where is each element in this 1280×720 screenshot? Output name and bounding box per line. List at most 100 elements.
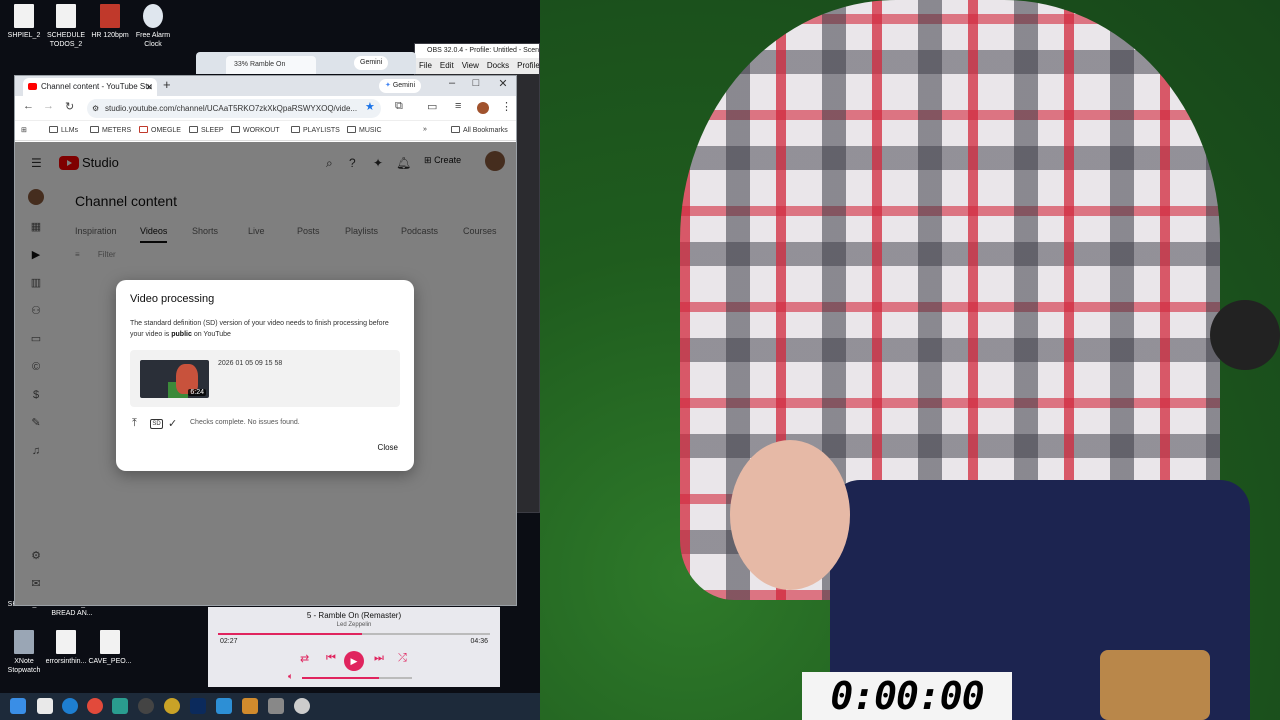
clock-taskbar-icon[interactable] xyxy=(294,698,310,714)
tab-channel-content[interactable]: Channel content - YouTube Stu ✕ xyxy=(23,78,157,96)
folder-icon xyxy=(231,126,240,133)
bookmark-workout[interactable]: WORKOUT xyxy=(231,126,280,134)
next-track-icon[interactable]: ⏭︎ xyxy=(374,652,384,665)
settings-taskbar-icon[interactable] xyxy=(268,698,284,714)
processing-status: ⤒ SD ✓ Checks complete. No issues found. xyxy=(130,417,400,431)
bookmark-music[interactable]: MUSIC xyxy=(347,126,382,134)
desktop-icon-xnote-stopwatch[interactable]: XNote Stopwatch xyxy=(0,630,48,675)
taskbar xyxy=(0,693,540,720)
bookmark-sleep[interactable]: SLEEP xyxy=(189,126,224,134)
site-info-icon[interactable]: ⚙ xyxy=(92,99,99,118)
track-title: 5 - Ramble On (Remaster) xyxy=(306,611,402,620)
folder-icon xyxy=(49,126,58,133)
volume-icon[interactable]: 🔈︎ xyxy=(288,671,293,682)
track-artist: Led Zeppelin xyxy=(336,622,372,628)
bookmark-meters[interactable]: METERS xyxy=(90,126,131,134)
tab-strip: Channel content - YouTube Stu ✕ + ✦ Gemi… xyxy=(15,76,516,96)
video-processing-dialog: Video processing The standard definition… xyxy=(116,280,414,471)
app-icon[interactable] xyxy=(216,698,232,714)
desktop-icon-hr-120bpm[interactable]: HR 120bpm xyxy=(86,4,134,40)
app-icon[interactable] xyxy=(164,698,180,714)
back-icon[interactable]: ← xyxy=(23,100,34,112)
new-tab-icon[interactable]: + xyxy=(163,77,171,92)
folder-icon xyxy=(189,126,198,133)
chrome-icon[interactable] xyxy=(87,698,103,714)
stream-timer: 0:00:00 xyxy=(802,672,1012,720)
desktop-icon-shpiel-2[interactable]: SHPIEL_2 xyxy=(0,4,48,40)
omegle-icon xyxy=(139,126,148,133)
extensions-icon[interactable]: ⧉ xyxy=(395,100,403,113)
youtube-favicon-icon xyxy=(28,83,37,90)
desktop-icon-cave-peo[interactable]: CAVE_PEO... xyxy=(86,630,134,666)
volume-fill xyxy=(302,677,379,679)
close-tab-icon[interactable]: ✕ xyxy=(145,78,153,96)
desktop-icon-schedule-todos[interactable]: SCHEDULE TODOS_2 xyxy=(42,4,90,49)
elapsed-time: 02:27 xyxy=(220,638,238,645)
reload-icon[interactable]: ↻ xyxy=(65,100,74,113)
background-tab[interactable]: 33% Ramble On xyxy=(226,56,316,74)
checks-status-text: Checks complete. No issues found. xyxy=(190,419,300,426)
close-window-icon[interactable]: ✕ xyxy=(494,77,512,90)
obs-icon[interactable] xyxy=(138,698,154,714)
webcam-feed: 0:00:00 xyxy=(540,0,1280,720)
seek-bar[interactable] xyxy=(218,633,490,635)
desktop-icon-errors[interactable]: errorsinthin... xyxy=(42,630,90,666)
desktop-icon-free-alarm-clock[interactable]: Free Alarm Clock xyxy=(129,4,177,49)
gemini-icon: ✦ xyxy=(385,82,391,89)
folder-icon xyxy=(347,126,356,133)
browser-menu-icon[interactable]: ⋮ xyxy=(501,100,512,113)
obs-menu-edit[interactable]: Edit xyxy=(440,58,454,74)
bookmark-playlists[interactable]: PLAYLISTS xyxy=(291,126,340,134)
address-bar[interactable]: ⚙ studio.youtube.com/channel/UCAaT5RKO7z… xyxy=(87,99,381,118)
previous-track-icon[interactable]: ⏮︎ xyxy=(326,652,336,665)
video-duration: 6:24 xyxy=(188,389,206,396)
track-duration: 04:36 xyxy=(470,638,488,645)
volume-slider[interactable] xyxy=(302,677,412,679)
obs-menu-file[interactable]: File xyxy=(419,58,432,74)
obs-menu-view[interactable]: View xyxy=(462,58,479,74)
play-button[interactable]: ▶ xyxy=(344,651,364,671)
apps-icon[interactable]: ⊞ xyxy=(21,126,27,134)
search-taskbar-icon[interactable] xyxy=(37,698,53,714)
obs-menu-docks[interactable]: Docks xyxy=(487,58,509,74)
more-bookmarks-icon[interactable]: » xyxy=(423,126,427,133)
close-button[interactable]: Close xyxy=(378,443,398,452)
clock-icon xyxy=(143,4,163,28)
start-icon[interactable] xyxy=(10,698,26,714)
check-circle-icon: ✓ xyxy=(168,418,178,430)
stopwatch-icon xyxy=(14,630,34,654)
dialog-message: The standard definition (SD) version of … xyxy=(130,320,389,338)
file-icon xyxy=(56,4,76,28)
app-icon[interactable] xyxy=(112,698,128,714)
bookmark-omegle[interactable]: OMEGLE xyxy=(139,126,181,134)
minimize-icon[interactable]: – xyxy=(443,77,461,89)
microphone xyxy=(1210,300,1280,370)
video-card: 6:24 2026 01 05 09 15 58 xyxy=(130,350,400,407)
audio-file-icon xyxy=(100,4,120,28)
obs-menu-profile[interactable]: Profile xyxy=(517,58,539,74)
file-icon xyxy=(100,630,120,654)
background-gemini-button[interactable]: Gemini xyxy=(354,56,389,70)
file-explorer-icon[interactable] xyxy=(242,698,258,714)
forward-icon[interactable]: → xyxy=(43,100,54,112)
chair xyxy=(1100,650,1210,720)
edge-icon[interactable] xyxy=(62,698,78,714)
video-thumbnail[interactable]: 6:24 xyxy=(140,360,209,398)
sd-icon: SD xyxy=(150,419,163,429)
gemini-button[interactable]: ✦ Gemini xyxy=(379,79,422,93)
profile-avatar[interactable] xyxy=(477,102,489,114)
dialog-title: Video processing xyxy=(130,293,215,305)
maximize-icon[interactable]: □ xyxy=(467,77,485,89)
hand xyxy=(730,440,850,590)
bookmark-star-icon[interactable]: ★ xyxy=(365,100,375,113)
repeat-icon[interactable]: ⇄ xyxy=(300,652,309,665)
upload-icon: ⤒ xyxy=(132,417,137,429)
shuffle-icon[interactable]: ⤮ xyxy=(398,652,407,665)
tab-search-icon[interactable]: ▭ xyxy=(427,100,437,113)
background-browser-tabs: 33% Ramble On Gemini xyxy=(196,52,416,74)
all-bookmarks[interactable]: All Bookmarks xyxy=(451,126,508,134)
media-control-icon[interactable]: ≡ xyxy=(455,100,461,112)
bookmark-llms[interactable]: LLMs xyxy=(49,126,78,134)
photoshop-icon[interactable] xyxy=(190,698,206,714)
folder-icon xyxy=(451,126,460,133)
